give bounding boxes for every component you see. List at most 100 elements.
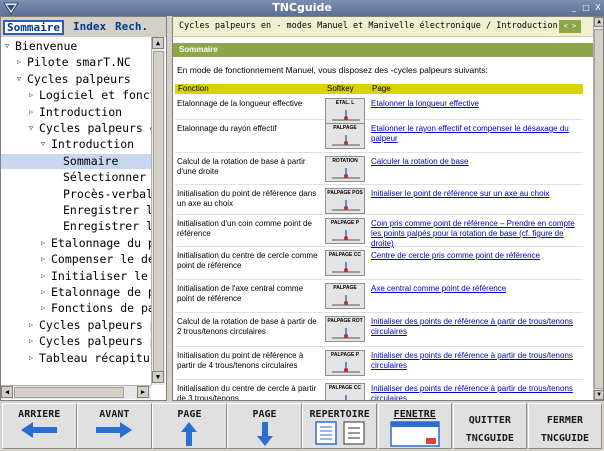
tree-item-label: Cycles palpeurs — [27, 71, 131, 86]
tree-item-label: Introduction — [39, 104, 123, 119]
scroll-right-button[interactable]: ▶ — [137, 386, 149, 398]
expanded-arrow-icon[interactable]: ▽ — [41, 137, 51, 152]
prev-next-nav-button[interactable]: < > — [559, 20, 581, 33]
tree-item-label: Etalonnage du p — [51, 235, 151, 250]
row-page-link[interactable]: Calculer la rotation de base — [371, 157, 581, 167]
table-row: Initialisation de l'axe central comme po… — [175, 280, 583, 313]
table-row: Calcul de la rotation de base à partir d… — [175, 313, 583, 347]
scroll-thumb[interactable] — [153, 51, 164, 381]
collapsed-arrow-icon[interactable]: ▷ — [41, 252, 51, 267]
softkey-thumbnail-icon: PALPAGE P — [325, 350, 365, 376]
tab-rech[interactable]: Rech. — [113, 20, 150, 35]
tab-index[interactable]: Index — [71, 20, 108, 35]
tree-item[interactable]: ▷ Fonctions de pa — [1, 301, 151, 316]
scroll-up-button[interactable]: ▲ — [152, 37, 164, 49]
maximize-button[interactable]: □ — [580, 2, 592, 13]
row-page-link[interactable]: Initialiser des points de référence à pa… — [371, 351, 581, 371]
arriere-softkey[interactable]: ARRIERE — [2, 403, 77, 449]
collapsed-arrow-icon[interactable]: ▷ — [17, 55, 27, 70]
tree-item[interactable]: ▷ Etalonnage de p — [1, 285, 151, 300]
tree-item-label: Sélectionner l — [63, 170, 151, 185]
tree-item[interactable]: ▷ Cycles palpeurs p — [1, 318, 151, 333]
collapsed-arrow-icon[interactable]: ▷ — [41, 269, 51, 284]
quitter-tncguide-softkey[interactable]: QUITTER TNCGUIDE — [452, 403, 528, 449]
softkey-label-secondary: TNCGUIDE — [540, 433, 590, 444]
expanded-arrow-icon[interactable]: ▽ — [17, 72, 27, 87]
tree-item[interactable]: ▷ Tableau récapitul — [1, 351, 151, 366]
arrow-down-icon — [228, 421, 301, 451]
tree-item[interactable]: Enregistrer le — [1, 203, 151, 218]
minimize-button[interactable]: _ — [568, 2, 580, 13]
table-row: Initialisation du centre de cercle à par… — [175, 380, 583, 400]
expanded-arrow-icon[interactable]: ▽ — [29, 121, 39, 136]
content-scroll-up-button[interactable]: ▲ — [594, 17, 603, 27]
softkey-thumbnail-label: ETAL. L — [335, 100, 355, 106]
tree-item-selected[interactable]: Sommaire — [1, 153, 151, 169]
row-page-link[interactable]: Centre de cercle pris comme point de réf… — [371, 251, 581, 261]
tree-item[interactable]: ▽ Cycles palpeurs — [1, 72, 131, 87]
tree-horizontal-scrollbar[interactable]: ◀ ▶ — [1, 385, 151, 399]
tree-item[interactable]: ▷ Compenser le dé — [1, 252, 151, 267]
row-page-link[interactable]: Coin pris comme point de référence – Pre… — [371, 219, 581, 249]
tree-item[interactable]: ▷ Introduction — [1, 105, 122, 120]
window-title: TNCguide — [272, 1, 332, 14]
tree-item[interactable]: ▽ Bienvenue — [1, 39, 77, 54]
navigation-pane: Sommaire Index Rech. ▽ Bienvenue ▷ Pilote s… — [0, 16, 167, 401]
tree-item[interactable]: ▽ Introduction — [1, 137, 134, 152]
arrow-up-icon — [153, 421, 226, 451]
tree-item[interactable]: Procès-verbal — [1, 187, 151, 202]
scroll-down-button[interactable]: ▼ — [152, 371, 164, 383]
tree-vertical-scrollbar[interactable]: ▲ ▼ — [151, 37, 165, 385]
softkey-thumbnail-icon: PALPAGE ROT — [325, 316, 365, 342]
collapsed-arrow-icon[interactable]: ▷ — [29, 105, 39, 120]
tree-item-label: Sommaire — [63, 153, 119, 168]
collapsed-arrow-icon[interactable]: ▷ — [41, 301, 51, 316]
header-softkey: Softkey — [327, 84, 354, 93]
content-vertical-scrollbar[interactable]: ▲ ▼ — [593, 17, 603, 400]
row-page-link[interactable]: Initialiser le point de référence sur un… — [371, 189, 581, 199]
row-page-link[interactable]: Etalonner la longueur effective — [371, 99, 581, 109]
content-scroll-thumb[interactable] — [594, 29, 603, 389]
table-row: Initialisation du point de référence dan… — [175, 185, 583, 215]
tree-item[interactable]: ▷ Cycles palpeurs p — [1, 334, 151, 349]
row-page-link[interactable]: Initialiser des points de référence à pa… — [371, 384, 581, 400]
tree-item[interactable]: Sélectionner l — [1, 170, 151, 185]
expanded-arrow-icon[interactable]: ▽ — [5, 39, 15, 54]
tree-item-label: Cycles palpeurs p — [39, 334, 151, 349]
scroll-left-button[interactable]: ◀ — [1, 386, 13, 398]
softkey-thumbnail-icon: PALPAGE CC — [325, 250, 365, 276]
tree-item-label: Compenser le dé — [51, 252, 151, 267]
tree-item[interactable]: ▷ Logiciel et fonct — [1, 88, 151, 103]
collapsed-arrow-icon[interactable]: ▷ — [29, 318, 39, 333]
probe-diagram-icon — [345, 395, 347, 400]
content-scroll-down-button[interactable]: ▼ — [594, 390, 603, 400]
probe-diagram-icon — [332, 362, 360, 373]
tab-sommaire[interactable]: Sommaire — [3, 20, 64, 35]
collapsed-arrow-icon[interactable]: ▷ — [29, 88, 39, 103]
tree-item[interactable]: ▽ Cycles palpeurs e — [1, 121, 151, 136]
collapsed-arrow-icon[interactable]: ▷ — [29, 334, 39, 349]
collapsed-arrow-icon[interactable]: ▷ — [41, 285, 51, 300]
collapsed-arrow-icon[interactable]: ▷ — [29, 351, 39, 366]
fermer-tncguide-softkey[interactable]: FERMER TNCGUIDE — [527, 403, 603, 449]
page-softkey[interactable]: PAGE — [227, 403, 302, 449]
avant-softkey[interactable]: AVANT — [77, 403, 152, 449]
close-button[interactable]: X — [592, 2, 604, 13]
page-softkey[interactable]: PAGE — [152, 403, 227, 449]
tree-item[interactable]: Enregistrer le — [1, 219, 151, 234]
fenetre-softkey[interactable]: FENETRE — [377, 403, 452, 449]
row-page-link[interactable]: Axe central comme point de référence — [371, 284, 581, 294]
row-page-link[interactable]: Etalonner le rayon effectif et compenser… — [371, 124, 581, 144]
nav-tabs: Sommaire Index Rech. — [1, 17, 166, 37]
collapsed-arrow-icon[interactable]: ▷ — [41, 236, 51, 251]
row-function: Calcul de la rotation de base à partir d… — [177, 317, 317, 336]
tree-item[interactable]: ▷ Initialiser le p — [1, 269, 151, 284]
hscroll-thumb[interactable] — [14, 387, 124, 398]
repertoire-softkey[interactable]: REPERTOIRE — [302, 403, 377, 449]
row-page-link[interactable]: Initialiser des points de référence à pa… — [371, 317, 581, 337]
softkey-bar: ARRIERE AVANT PAGE PAGE REPERTOIRE FENETRE QUI… — [0, 401, 604, 451]
softkey-label: FENETRE — [393, 409, 436, 420]
tree-item[interactable]: ▷ Etalonnage du p — [1, 236, 151, 251]
tree-item[interactable]: ▷ Pilote smarT.NC — [1, 55, 131, 70]
table-row: Initialisation d'un coin comme point de … — [175, 215, 583, 249]
